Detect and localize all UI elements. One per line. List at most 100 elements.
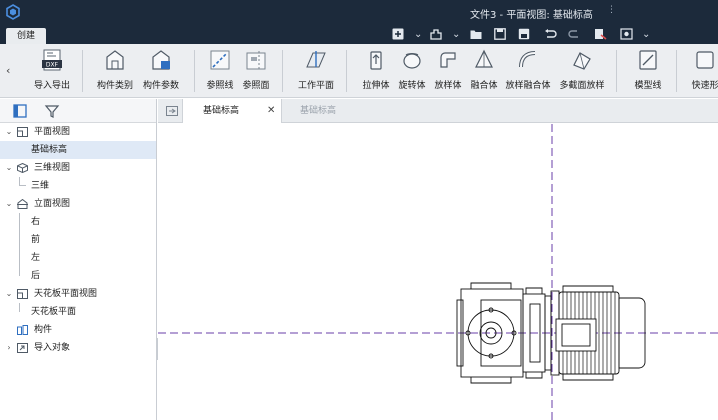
close-tab-icon[interactable]: ✕ — [267, 99, 275, 123]
title-menu-icon[interactable]: ⋮ — [607, 5, 616, 15]
swept-blend-label: 放样融合体 — [505, 81, 551, 91]
blend-icon — [475, 49, 493, 68]
sweep-label: 放样体 — [434, 81, 462, 91]
tree-node-imported-objects[interactable]: › 导入对象 — [0, 339, 156, 357]
component-params-label: 构件参数 — [142, 81, 179, 91]
reference-plane-button[interactable]: 参照面 — [240, 47, 272, 91]
tab-create[interactable]: 创建 — [6, 28, 46, 44]
import-export-label: 导入导出 — [33, 81, 70, 91]
window-title: 文件3 - 平面视图: 基础标高 — [470, 10, 593, 21]
title-bar: 文件3 - 平面视图: 基础标高 ⋮ — [0, 0, 718, 24]
chevron-down-icon[interactable]: ⌄ — [4, 123, 14, 141]
extrude-button[interactable]: 拉伸体 — [360, 47, 392, 91]
tree-node-right[interactable]: 右 — [0, 213, 156, 231]
import-export-button[interactable]: DXF 导入导出 — [30, 47, 74, 91]
extrude-label: 拉伸体 — [362, 81, 390, 91]
component-params-icon — [152, 50, 170, 70]
3d-view-icon — [17, 163, 28, 173]
undo-icon[interactable] — [544, 27, 557, 41]
export-icon[interactable] — [594, 27, 607, 41]
tab-list-icon[interactable] — [166, 106, 178, 116]
component-category-button[interactable]: 构件类别 — [94, 47, 136, 91]
extrude-icon — [370, 51, 382, 70]
redo-icon[interactable] — [568, 27, 581, 41]
template-dropdown-icon[interactable]: ⌄ — [452, 27, 460, 41]
multi-section-loft-label: 多截面放样 — [559, 81, 605, 91]
chevron-right-icon[interactable]: › — [4, 339, 14, 357]
model-line-label: 模型线 — [634, 81, 662, 91]
tree-node-base-level[interactable]: 基础标高 — [0, 141, 156, 159]
tree-node-elevation-views[interactable]: ⌄ 立面视图 — [0, 195, 156, 213]
new-dropdown-icon[interactable]: ⌄ — [414, 27, 422, 41]
tree-node-3d-views[interactable]: ⌄ 三维视图 — [0, 159, 156, 177]
multi-section-loft-icon — [573, 52, 591, 70]
project-browser-toolbar — [0, 99, 156, 123]
work-plane-icon — [306, 51, 326, 68]
svg-text:DXF: DXF — [46, 62, 59, 69]
reference-line-icon — [210, 50, 230, 70]
ribbon-separator — [282, 50, 283, 92]
model-line-button[interactable]: 模型线 — [630, 47, 666, 91]
open-icon[interactable] — [470, 27, 483, 41]
save-icon[interactable] — [494, 27, 506, 41]
chevron-down-icon[interactable]: ⌄ — [4, 195, 14, 213]
ribbon-separator — [194, 50, 195, 92]
tree-node-components[interactable]: 构件 — [0, 321, 156, 339]
quick-shape-icon — [696, 51, 714, 69]
sweep-button[interactable]: 放样体 — [432, 47, 464, 91]
component-params-button[interactable]: 构件参数 — [140, 47, 182, 91]
tree-node-back[interactable]: 后 — [0, 267, 156, 285]
new-icon[interactable] — [392, 27, 404, 41]
tree-guide — [19, 177, 26, 186]
filter-icon[interactable] — [44, 103, 60, 119]
drawing-canvas[interactable] — [158, 124, 718, 420]
reference-plane-icon — [246, 51, 266, 71]
work-plane-button[interactable]: 工作平面 — [294, 47, 338, 91]
ribbon-separator — [676, 50, 677, 92]
blend-button[interactable]: 融合体 — [468, 47, 500, 91]
ribbon-tab-row: 创建 ⌄ ⌄ ⌄ — [0, 24, 718, 44]
swept-blend-icon — [519, 51, 536, 68]
tree-node-front[interactable]: 前 — [0, 231, 156, 249]
view-tree: ⌄ 平面视图 基础标高 ⌄ 三维视图 三维 ⌄ 立面视图 右 前 左 后 ⌄ 天… — [0, 123, 156, 357]
ribbon-scroll-left-icon[interactable]: ‹ — [6, 64, 10, 77]
settings-dropdown-icon[interactable]: ⌄ — [642, 27, 650, 41]
document-tabs: 基础标高 ✕ 基础标高 — [158, 99, 718, 123]
quick-shape-button[interactable]: 快速形 — [690, 47, 718, 91]
tree-node-ceiling-plan[interactable]: 天花板平面 — [0, 303, 156, 321]
tree-node-plan-views[interactable]: ⌄ 平面视图 — [0, 123, 156, 141]
elevation-view-icon — [17, 199, 28, 209]
settings-icon[interactable] — [620, 27, 633, 41]
tree-node-ceiling-plan-views[interactable]: ⌄ 天花板平面视图 — [0, 285, 156, 303]
ribbon-separator — [82, 50, 83, 92]
app-logo-icon — [6, 4, 20, 20]
ribbon: ‹ DXF 导入导出 构件类别 构件参数 参照线 参照面 工作平面 拉伸体 旋转… — [0, 44, 718, 98]
blend-label: 融合体 — [470, 81, 498, 91]
plan-drawing — [158, 124, 718, 420]
tab-base-level[interactable]: 基础标高 ✕ — [182, 99, 282, 123]
tree-node-left[interactable]: 左 — [0, 249, 156, 267]
ceiling-plan-icon — [17, 289, 28, 299]
reference-line-button[interactable]: 参照线 — [204, 47, 236, 91]
reference-line-label: 参照线 — [206, 81, 234, 91]
quick-shape-label: 快速形 — [691, 81, 718, 91]
plan-view-icon — [17, 127, 28, 137]
chevron-down-icon[interactable]: ⌄ — [4, 159, 14, 177]
swept-blend-button[interactable]: 放样融合体 — [504, 47, 552, 91]
panel-toggle-icon[interactable] — [12, 103, 28, 119]
tree-node-3d[interactable]: 三维 — [0, 177, 156, 195]
revolve-label: 旋转体 — [398, 81, 426, 91]
project-browser: ⌄ 平面视图 基础标高 ⌄ 三维视图 三维 ⌄ 立面视图 右 前 左 后 ⌄ 天… — [0, 99, 157, 420]
save-as-icon[interactable] — [518, 27, 530, 41]
component-category-icon — [106, 50, 124, 70]
dxf-import-export-icon: DXF — [42, 49, 62, 71]
ribbon-separator — [616, 50, 617, 92]
ribbon-separator — [346, 50, 347, 92]
tab-base-level-2[interactable]: 基础标高 — [284, 99, 374, 123]
reference-plane-label: 参照面 — [242, 81, 270, 91]
multi-section-loft-button[interactable]: 多截面放样 — [558, 47, 606, 91]
template-icon[interactable] — [430, 27, 442, 41]
revolve-button[interactable]: 旋转体 — [396, 47, 428, 91]
work-plane-label: 工作平面 — [297, 81, 334, 91]
chevron-down-icon[interactable]: ⌄ — [4, 285, 14, 303]
